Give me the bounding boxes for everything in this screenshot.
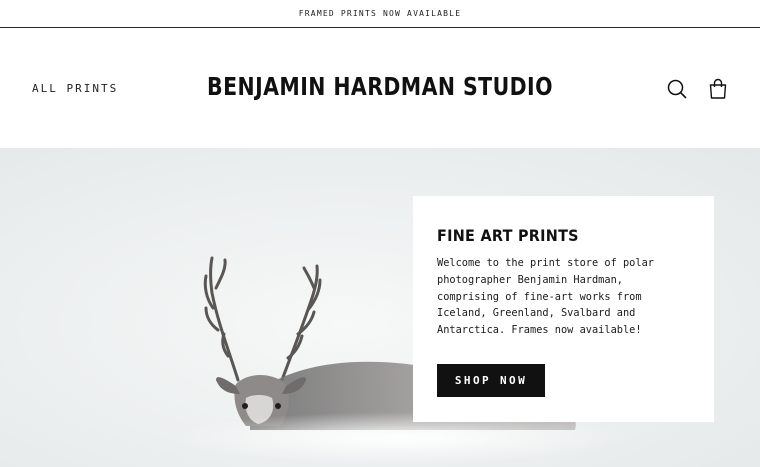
announcement-text: FRAMED PRINTS NOW AVAILABLE: [298, 9, 462, 18]
site-header: ALL PRINTS BENJAMIN HARDMAN STUDIO: [0, 28, 760, 148]
hero-banner: FINE ART PRINTS Welcome to the print sto…: [0, 148, 760, 467]
cart-icon[interactable]: [708, 78, 728, 100]
hero-card: FINE ART PRINTS Welcome to the print sto…: [413, 196, 714, 422]
hero-card-title: FINE ART PRINTS: [437, 226, 579, 245]
brand-logo[interactable]: BENJAMIN HARDMAN STUDIO: [68, 72, 691, 101]
hero-card-description: Welcome to the print store of polar phot…: [437, 257, 654, 337]
announcement-bar: FRAMED PRINTS NOW AVAILABLE: [0, 0, 760, 28]
shop-now-button[interactable]: SHOP NOW: [437, 364, 545, 397]
search-icon[interactable]: [667, 78, 687, 100]
